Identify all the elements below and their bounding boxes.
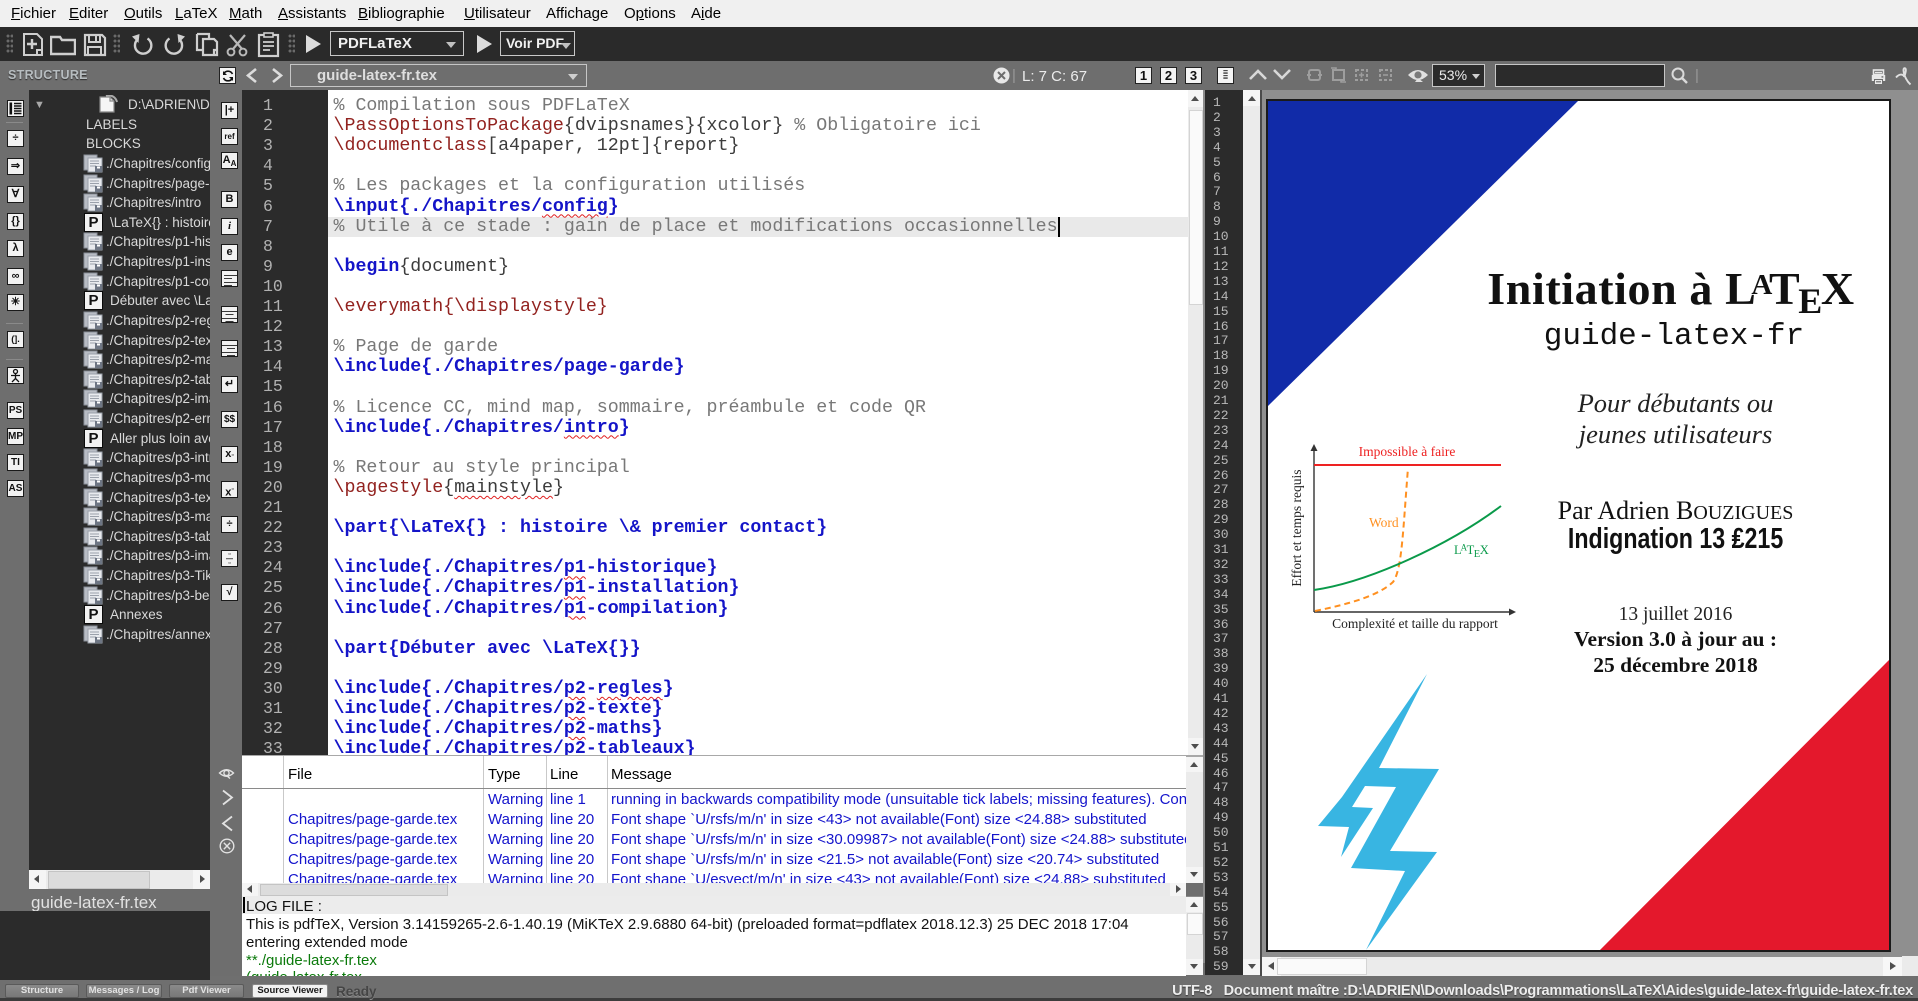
- svg-text:Impossible à faire: Impossible à faire: [1359, 444, 1456, 459]
